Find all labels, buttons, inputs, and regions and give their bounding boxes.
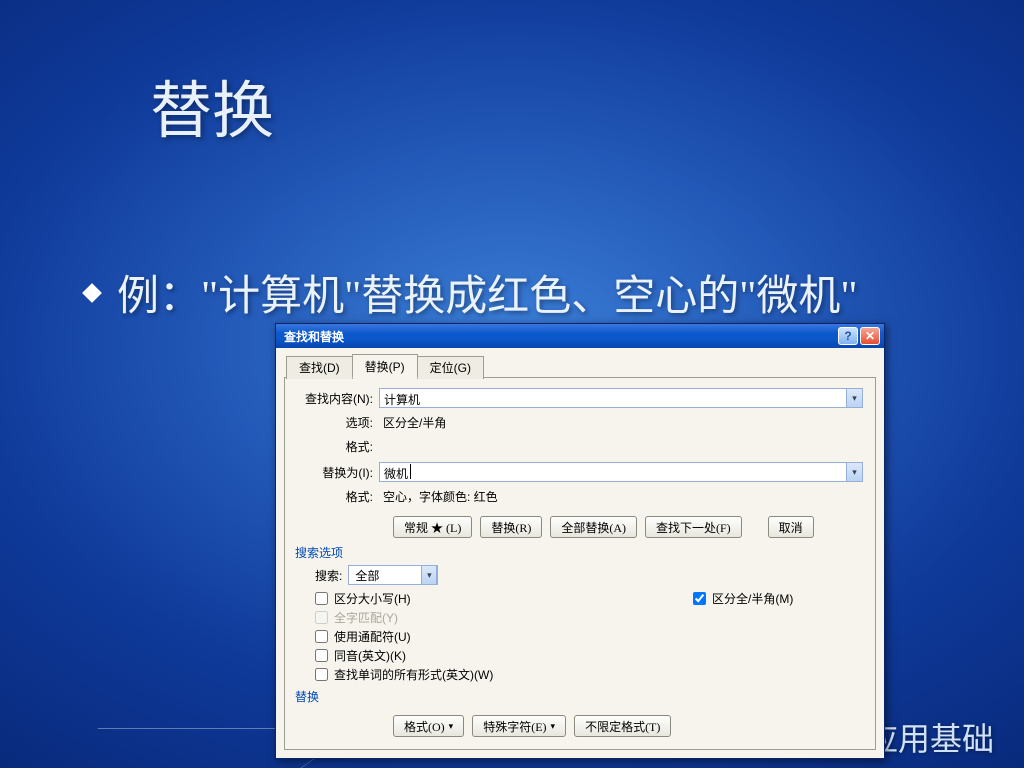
close-button[interactable]: ✕	[860, 327, 880, 345]
check-width[interactable]: 区分全/半角(M)	[693, 589, 863, 608]
options-label: 选项:	[297, 414, 379, 431]
replace-format-label: 格式:	[297, 488, 379, 505]
slide-title: 替换	[150, 60, 274, 150]
dialog-titlebar[interactable]: 查找和替换 ? ✕	[276, 324, 884, 348]
tab-goto[interactable]: 定位(G)	[417, 356, 484, 379]
bullet-icon	[82, 283, 102, 303]
find-replace-dialog: 查找和替换 ? ✕ 查找(D) 替换(P) 定位(G) 查找内容(N): 计算机…	[275, 323, 885, 759]
replace-input[interactable]: 微机	[379, 462, 847, 482]
find-label: 查找内容(N):	[297, 390, 379, 407]
search-direction-value: 全部	[349, 567, 421, 584]
check-whole-word: 全字匹配(Y)	[315, 608, 693, 627]
special-button[interactable]: 特殊字符(E)▾	[472, 715, 566, 737]
check-wildcards[interactable]: 使用通配符(U)	[315, 627, 693, 646]
slide-bullet: 例："计算机"替换成红色、空心的"微机"	[85, 270, 984, 325]
replace-button[interactable]: 替换(R)	[480, 516, 542, 538]
chevron-down-icon: ▾	[421, 565, 437, 585]
less-button[interactable]: 常规 ★ (L)	[393, 516, 472, 538]
search-options-group: 搜索选项	[295, 544, 863, 561]
search-direction-select[interactable]: 全部 ▾	[348, 565, 438, 585]
find-next-button[interactable]: 查找下一处(F)	[645, 516, 742, 538]
tab-replace[interactable]: 替换(P)	[352, 354, 418, 378]
cancel-button[interactable]: 取消	[768, 516, 814, 538]
bullet-text: 例："计算机"替换成红色、空心的"微机"	[117, 274, 858, 320]
replace-all-button[interactable]: 全部替换(A)	[550, 516, 637, 538]
find-input[interactable]: 计算机	[379, 388, 847, 408]
find-dropdown-icon[interactable]: ▾	[847, 388, 863, 408]
format-button[interactable]: 格式(O)▾	[393, 715, 464, 737]
check-word-forms[interactable]: 查找单词的所有形式(英文)(W)	[315, 665, 693, 684]
search-direction-label: 搜索:	[315, 567, 342, 584]
dialog-title: 查找和替换	[284, 328, 344, 345]
tab-panel: 查找内容(N): 计算机 ▾ 选项: 区分全/半角 格式: 替换为(I): 微机…	[284, 377, 876, 750]
options-value: 区分全/半角	[379, 414, 446, 431]
no-format-button[interactable]: 不限定格式(T)	[574, 715, 671, 737]
check-match-case[interactable]: 区分大小写(H)	[315, 589, 693, 608]
replace-group: 替换	[295, 688, 863, 705]
replace-dropdown-icon[interactable]: ▾	[847, 462, 863, 482]
check-sounds-like[interactable]: 同音(英文)(K)	[315, 646, 693, 665]
help-button[interactable]: ?	[838, 327, 858, 345]
replace-label: 替换为(I):	[297, 464, 379, 481]
find-format-label: 格式:	[297, 438, 379, 455]
replace-format-value: 空心，字体颜色: 红色	[379, 488, 498, 505]
tab-find[interactable]: 查找(D)	[286, 356, 353, 379]
tab-strip: 查找(D) 替换(P) 定位(G)	[286, 354, 884, 377]
